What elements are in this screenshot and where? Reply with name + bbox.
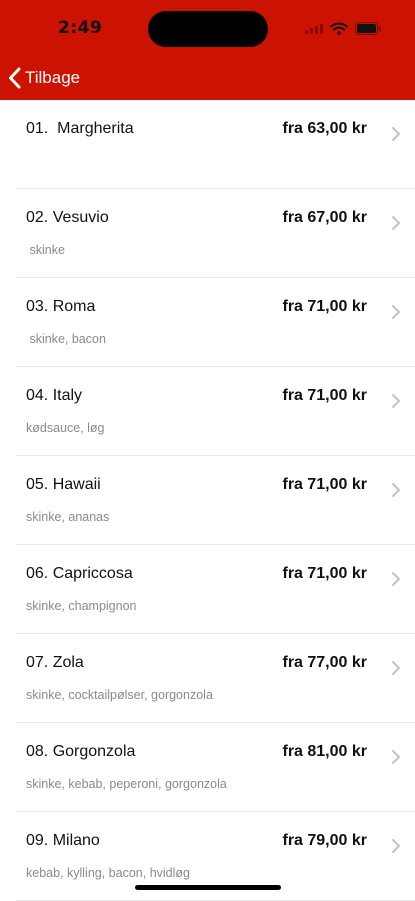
menu-item-description: skinke, ananas — [26, 510, 110, 524]
status-icons — [305, 18, 381, 38]
menu-item-name: 09. Milano — [26, 832, 100, 849]
cellular-signal-icon — [305, 22, 323, 34]
menu-item-row[interactable]: 01. Margherita fra 63,00 kr — [0, 100, 415, 189]
menu-item-row[interactable]: 06. Capriccosa skinke, champignon fra 71… — [0, 545, 415, 634]
dynamic-island — [148, 11, 268, 47]
menu-item-price: fra 71,00 kr — [282, 476, 367, 493]
wifi-icon — [330, 22, 348, 35]
menu-item-name: 04. Italy — [26, 387, 83, 404]
menu-item-price: fra 71,00 kr — [282, 565, 367, 582]
menu-item-price: fra 77,00 kr — [282, 654, 367, 671]
back-label: Tilbage — [25, 68, 81, 87]
menu-item-description: kødsauce, løg — [26, 421, 105, 435]
menu-item-row[interactable]: 02. Vesuvio skinke fra 67,00 kr — [0, 189, 415, 278]
menu-item-description: skinke, kebab, peperoni, gorgonzola — [26, 777, 227, 791]
navigation-header: 2:49 Tilbage — [0, 0, 415, 100]
menu-item-row[interactable]: 08. Gorgonzola skinke, kebab, peperoni, … — [0, 723, 415, 812]
menu-item-description: skinke, bacon — [26, 332, 106, 346]
back-button[interactable]: Tilbage — [8, 65, 80, 91]
menu-item-row[interactable]: 07. Zola skinke, cocktailpølser, gorgonz… — [0, 634, 415, 723]
menu-item-name: 08. Gorgonzola — [26, 743, 136, 760]
chevron-left-icon — [9, 67, 21, 89]
menu-item-name: 07. Zola — [26, 654, 84, 671]
menu-item-description: skinke, champignon — [26, 599, 137, 613]
menu-item-price: fra 71,00 kr — [282, 298, 367, 315]
menu-item-name: 06. Capriccosa — [26, 565, 133, 582]
menu-item-row[interactable]: 03. Roma skinke, bacon fra 71,00 kr — [0, 278, 415, 367]
menu-item-name: 01. Margherita — [26, 120, 134, 137]
menu-item-price: fra 81,00 kr — [282, 743, 367, 760]
menu-item-row[interactable]: 04. Italy kødsauce, løg fra 71,00 kr — [0, 367, 415, 456]
chevron-right-icon — [392, 750, 400, 764]
pizza-menu-list: 01. Margherita fra 63,00 kr 02. Vesuvio … — [0, 100, 415, 901]
battery-icon — [355, 21, 381, 35]
chevron-right-icon — [392, 305, 400, 319]
status-time: 2:49 — [58, 18, 103, 38]
chevron-right-icon — [392, 394, 400, 408]
menu-item-price: fra 63,00 kr — [282, 120, 367, 137]
menu-item-name: 03. Roma — [26, 298, 96, 315]
menu-item-name: 02. Vesuvio — [26, 209, 109, 226]
chevron-right-icon — [392, 839, 400, 853]
menu-item-name: 05. Hawaii — [26, 476, 101, 493]
chevron-right-icon — [392, 572, 400, 586]
menu-item-row[interactable]: 05. Hawaii skinke, ananas fra 71,00 kr — [0, 456, 415, 545]
menu-item-description: kebab, kylling, bacon, hvidløg — [26, 866, 190, 880]
menu-item-price: fra 67,00 kr — [282, 209, 367, 226]
home-indicator — [135, 885, 281, 890]
menu-item-description: skinke — [26, 243, 65, 257]
menu-item-description: skinke, cocktailpølser, gorgonzola — [26, 688, 213, 702]
chevron-right-icon — [392, 127, 400, 141]
chevron-right-icon — [392, 483, 400, 497]
menu-item-price: fra 71,00 kr — [282, 387, 367, 404]
chevron-right-icon — [392, 216, 400, 230]
menu-item-price: fra 79,00 kr — [282, 832, 367, 849]
chevron-right-icon — [392, 661, 400, 675]
